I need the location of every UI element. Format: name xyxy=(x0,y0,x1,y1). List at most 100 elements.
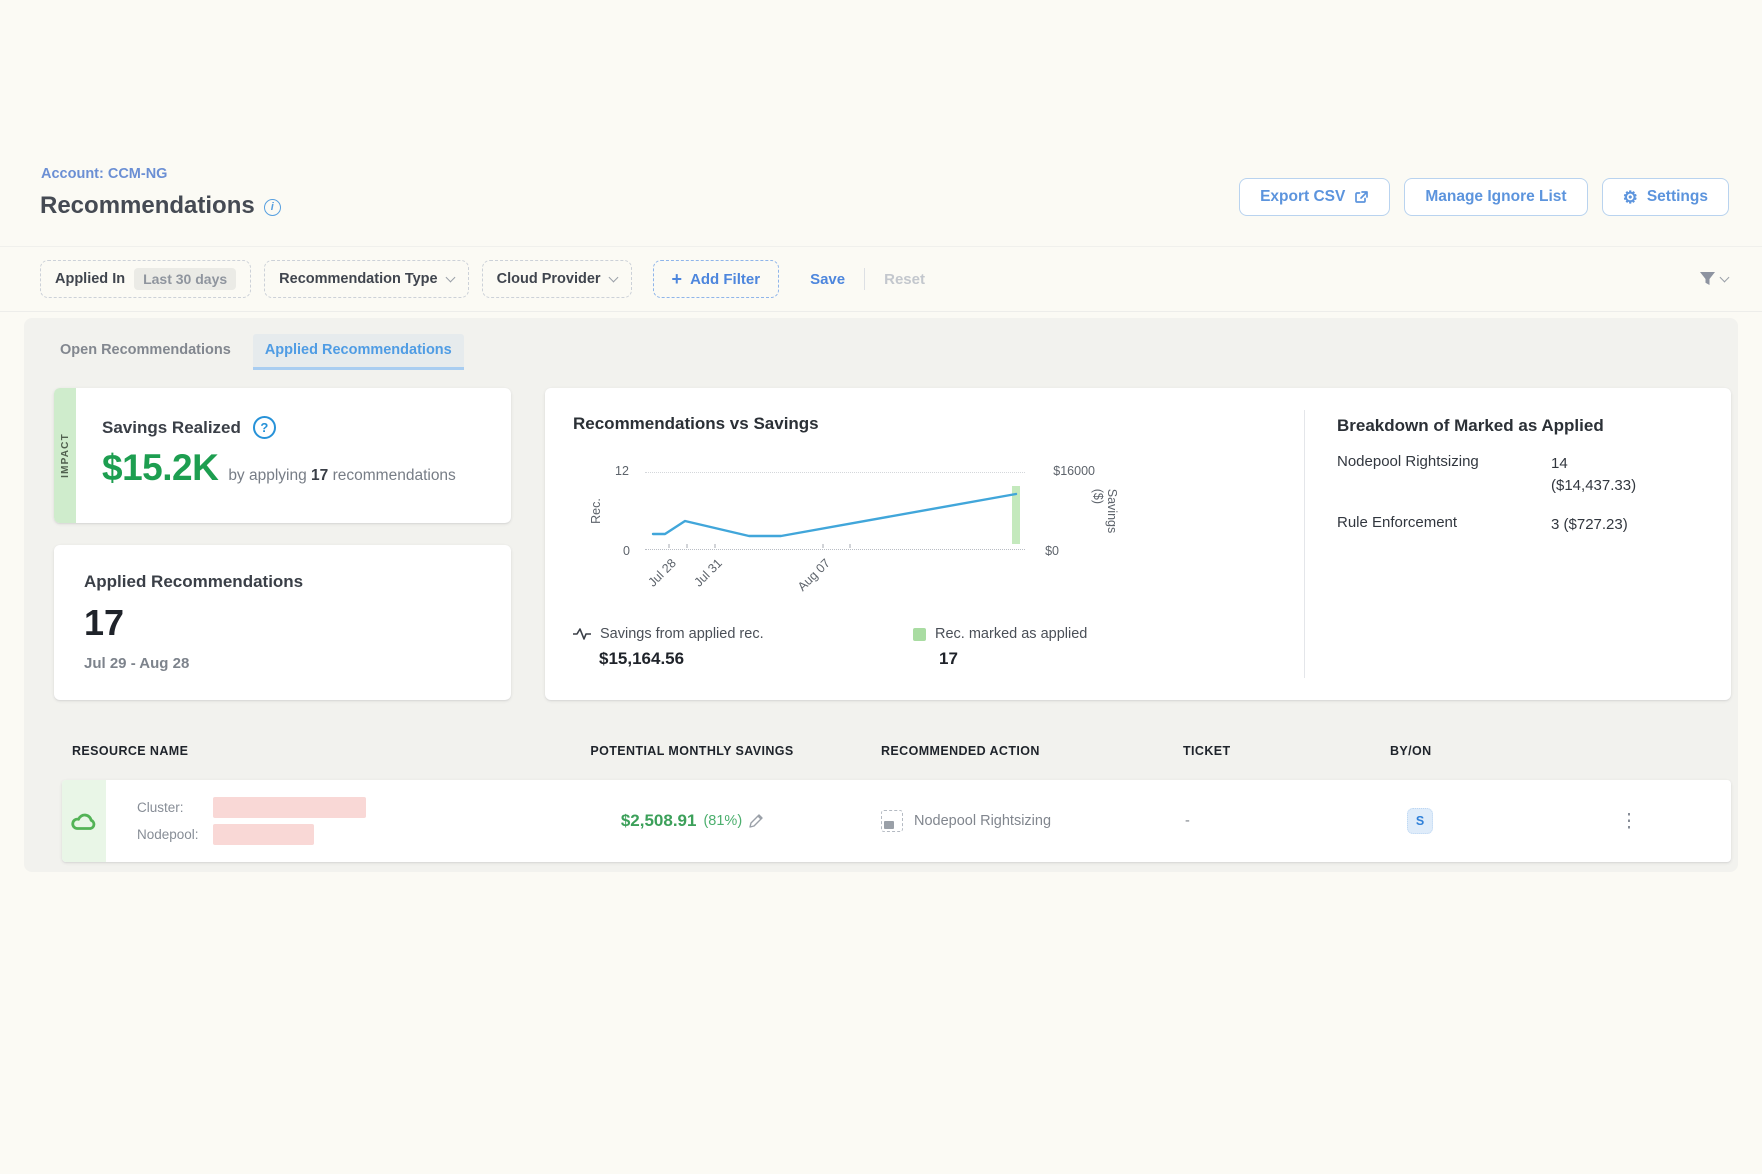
add-filter-label: Add Filter xyxy=(690,271,760,288)
applied-recommendations-date-range: Jul 29 - Aug 28 xyxy=(84,655,481,672)
potential-savings-cell: $2,508.91 (81%) xyxy=(587,780,797,862)
breakdown-row-value: 3 ($727.23) xyxy=(1551,514,1628,536)
y-tick-left-max: 12 xyxy=(615,464,629,478)
breakdown-divider xyxy=(1304,410,1305,678)
savings-realized-value: $15.2K xyxy=(102,447,218,489)
reset-filter-button[interactable]: Reset xyxy=(884,271,925,288)
cloud-provider-dropdown[interactable]: Cloud Provider xyxy=(482,260,632,298)
legend-value: $15,164.56 xyxy=(599,649,764,669)
applied-in-label: Applied In xyxy=(55,271,125,287)
page-title: Recommendations i xyxy=(40,192,281,220)
chart-canvas xyxy=(645,472,1025,550)
recommendations-page: Account: CCM-NG Recommendations i Export… xyxy=(0,0,1762,1174)
column-header-resource-name: RESOURCE NAME xyxy=(72,744,188,758)
settings-button[interactable]: ⚙ Settings xyxy=(1602,178,1729,216)
cloud-provider-label: Cloud Provider xyxy=(497,271,601,287)
by-on-cell: S xyxy=(1407,780,1433,862)
x-tick-label: Jul 31 xyxy=(681,556,725,600)
plus-icon: + xyxy=(672,270,683,288)
cloud-icon xyxy=(69,809,99,833)
settings-label: Settings xyxy=(1647,188,1708,206)
chevron-down-icon xyxy=(1720,272,1730,282)
savings-value: $2,508.91 xyxy=(621,811,697,831)
applied-in-value-badge: Last 30 days xyxy=(134,268,236,290)
applied-in-filter-chip[interactable]: Applied In Last 30 days xyxy=(40,260,251,298)
manage-ignore-list-label: Manage Ignore List xyxy=(1425,188,1566,206)
cluster-label: Cluster: xyxy=(137,800,205,815)
y-tick-right-min: $0 xyxy=(1045,544,1059,558)
applied-recommendations-count: 17 xyxy=(84,602,481,644)
tab-open-recommendations[interactable]: Open Recommendations xyxy=(48,334,243,370)
subtext-suffix: recommendations xyxy=(333,467,456,484)
save-filter-button[interactable]: Save xyxy=(810,271,845,288)
table-row[interactable]: Cluster: Nodepool: $2,508.91 (81%) Nodep… xyxy=(62,780,1731,862)
y-axis-label-left: Rec. xyxy=(589,498,603,524)
subtext-prefix: by applying xyxy=(228,467,306,484)
edit-icon[interactable] xyxy=(749,814,763,828)
add-filter-button[interactable]: + Add Filter xyxy=(653,260,780,298)
breakdown-row: Rule Enforcement 3 ($727.23) xyxy=(1337,514,1707,536)
nodepool-label: Nodepool: xyxy=(137,827,205,842)
row-accent-strip xyxy=(62,780,106,862)
help-icon[interactable]: ? xyxy=(253,416,276,439)
legend-line-icon xyxy=(573,627,591,641)
recommended-action-cell: Nodepool Rightsizing xyxy=(881,780,1051,862)
breakdown-row-value: 14 ($14,437.33) xyxy=(1551,453,1636,497)
manage-ignore-list-button[interactable]: Manage Ignore List xyxy=(1404,178,1587,216)
breakdown-panel: Breakdown of Marked as Applied Nodepool … xyxy=(1337,416,1707,535)
column-header-recommended-action: RECOMMENDED ACTION xyxy=(881,744,1040,758)
legend-item-applied: Rec. marked as applied 17 xyxy=(913,626,1087,669)
funnel-filter-icon xyxy=(1699,271,1716,287)
filter-panel-toggle[interactable] xyxy=(1699,271,1728,287)
y-tick-left-min: 0 xyxy=(623,544,630,558)
external-link-icon xyxy=(1354,190,1369,205)
kebab-menu-icon[interactable]: ⋮ xyxy=(1614,780,1644,862)
breakdown-title: Breakdown of Marked as Applied xyxy=(1337,416,1707,436)
tabs: Open Recommendations Applied Recommendat… xyxy=(48,334,464,370)
filter-bar: Applied In Last 30 days Recommendation T… xyxy=(0,246,1762,312)
x-axis-ticks xyxy=(669,544,850,548)
cluster-value-redacted xyxy=(213,797,366,818)
chevron-down-icon xyxy=(445,272,455,282)
action-label: Nodepool Rightsizing xyxy=(914,813,1051,829)
info-icon[interactable]: i xyxy=(264,199,281,216)
resource-name-cell: Cluster: Nodepool: xyxy=(137,794,366,848)
export-csv-label: Export CSV xyxy=(1260,188,1345,206)
column-header-potential-monthly-savings: POTENTIAL MONTHLY SAVINGS xyxy=(587,744,797,758)
legend-label: Savings from applied rec. xyxy=(600,626,764,642)
impact-label: IMPACT xyxy=(60,433,71,478)
column-header-by-on: BY/ON xyxy=(1390,744,1432,758)
export-csv-button[interactable]: Export CSV xyxy=(1239,178,1390,216)
legend-label: Rec. marked as applied xyxy=(935,626,1087,642)
x-tick-label: Aug 07 xyxy=(789,556,833,600)
impact-strip: IMPACT xyxy=(54,388,76,523)
savings-realized-subtext: by applying 17 recommendations xyxy=(228,467,456,485)
legend-item-savings: Savings from applied rec. $15,164.56 xyxy=(573,626,764,669)
breakdown-row: Nodepool Rightsizing 14 ($14,437.33) xyxy=(1337,453,1707,497)
savings-realized-title: Savings Realized xyxy=(102,418,241,438)
recommendation-type-label: Recommendation Type xyxy=(279,271,437,287)
savings-realized-card: IMPACT Savings Realized ? $15.2K by appl… xyxy=(54,388,511,523)
y-tick-right-max: $16000 xyxy=(1053,464,1095,478)
y-axis-label-right: Savings ($) xyxy=(1091,489,1119,533)
breakdown-row-count: 14 xyxy=(1551,453,1636,475)
ticket-cell: - xyxy=(1185,780,1190,862)
breakdown-row-count: 3 ($727.23) xyxy=(1551,514,1628,536)
breadcrumb[interactable]: Account: CCM-NG xyxy=(41,166,167,182)
applied-recommendations-title: Applied Recommendations xyxy=(84,572,481,592)
breakdown-row-amount: ($14,437.33) xyxy=(1551,475,1636,497)
filter-divider xyxy=(864,268,865,290)
savings-percent: (81%) xyxy=(703,813,742,829)
legend-square-icon xyxy=(913,628,926,641)
chart-card: Recommendations vs Savings 12 0 $16000 $… xyxy=(545,388,1731,700)
chevron-down-icon xyxy=(608,272,618,282)
breakdown-row-label: Nodepool Rightsizing xyxy=(1337,453,1551,497)
recommendation-type-dropdown[interactable]: Recommendation Type xyxy=(264,260,468,298)
breakdown-row-label: Rule Enforcement xyxy=(1337,514,1551,536)
page-title-text: Recommendations xyxy=(40,192,255,220)
subtext-count: 17 xyxy=(311,467,328,484)
legend-value: 17 xyxy=(939,649,1087,669)
chart-title: Recommendations vs Savings xyxy=(573,414,819,434)
column-header-ticket: TICKET xyxy=(1183,744,1231,758)
tab-applied-recommendations[interactable]: Applied Recommendations xyxy=(253,334,464,370)
